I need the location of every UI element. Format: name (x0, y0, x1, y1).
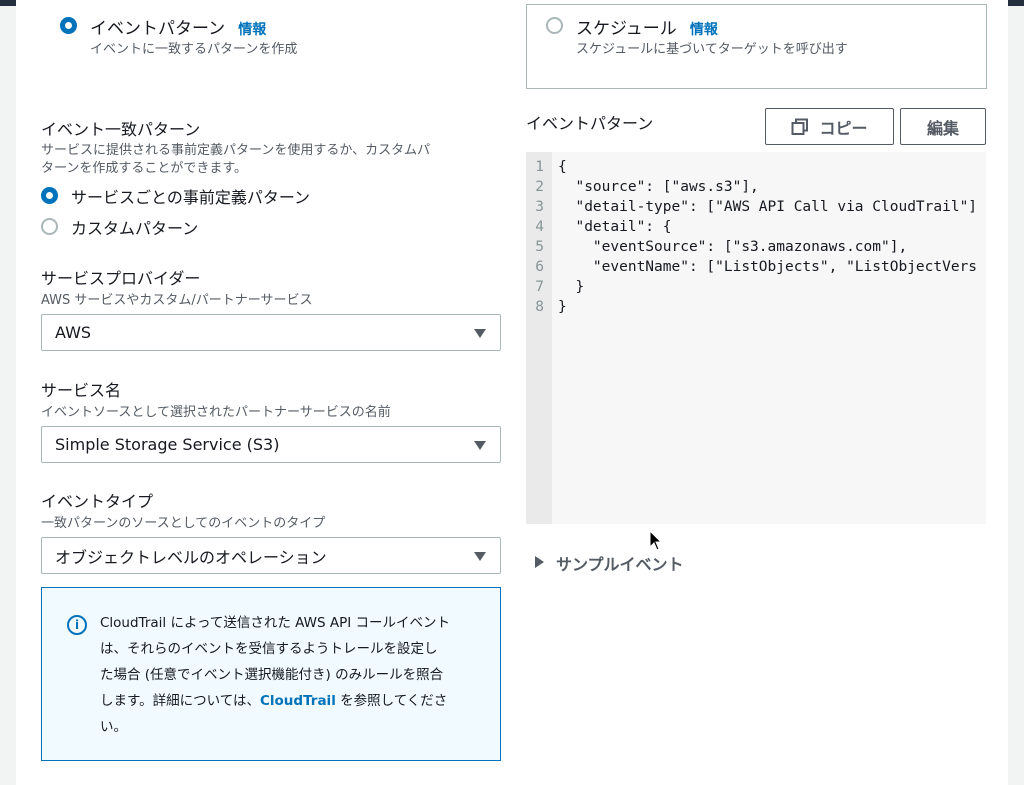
sample-event-toggle[interactable]: サンプルイベント (556, 551, 684, 575)
code-line: 7 } (526, 277, 977, 297)
expand-triangle-icon[interactable] (535, 556, 544, 568)
code-text: { (558, 159, 567, 175)
cloudtrail-info-alert: i CloudTrail によって送信された AWS API コールイベント は… (41, 587, 501, 761)
matching-desc-line2: ターンを作成することができます。 (41, 161, 248, 176)
copy-button[interactable]: コピー (765, 108, 894, 145)
line-number: 5 (535, 239, 544, 255)
event-type-description: 一致パターンのソースとしてのイベントのタイプ (41, 516, 326, 531)
schedule-option[interactable]: スケジュール 情報 (576, 14, 718, 39)
event-type-select[interactable]: オブジェクトレベルのオペレーション (41, 537, 501, 574)
custom-pattern-radio[interactable] (41, 218, 58, 235)
info-alert-text: CloudTrail によって送信された AWS API コールイベント は、そ… (100, 610, 480, 740)
info-alert-line4-pre: します。詳細については、 (100, 693, 260, 709)
schedule-title: スケジュール (576, 19, 677, 39)
code-line: 2 "source": ["aws.s3"], (526, 177, 977, 197)
code-text: "detail": { (558, 219, 672, 235)
info-alert-line5: い。 (100, 719, 127, 735)
event-pattern-option[interactable]: イベントパターン 情報 (90, 14, 266, 39)
schedule-description: スケジュールに基づいてターゲットを呼び出す (576, 42, 848, 57)
event-type-label: イベントタイプ (41, 492, 154, 511)
copy-button-label: コピー (819, 118, 868, 138)
line-number: 7 (535, 279, 544, 295)
code-line: 8} (526, 297, 977, 317)
schedule-radio[interactable] (546, 17, 563, 34)
line-number: 1 (535, 159, 544, 175)
caret-down-icon (474, 552, 486, 561)
event-pattern-title: イベントパターン (90, 19, 226, 39)
code-text: "eventSource": ["s3.amazonaws.com"], (558, 239, 908, 255)
line-number: 3 (535, 199, 544, 215)
pattern-panel-heading: イベントパターン (526, 114, 654, 133)
service-name-select-value: Simple Storage Service (S3) (55, 435, 280, 454)
service-name-description: イベントソースとして選択されたパートナーサービスの名前 (41, 405, 391, 420)
matching-heading: イベント一致パターン (41, 120, 201, 139)
code-lines: 1{2 "source": ["aws.s3"], 3 "detail-type"… (526, 157, 977, 317)
line-number: 6 (535, 259, 544, 275)
event-pattern-description: イベントに一致するパターンを作成 (90, 42, 298, 57)
code-line: 5 "eventSource": ["s3.amazonaws.com"], (526, 237, 977, 257)
provider-select[interactable]: AWS (41, 314, 501, 351)
info-icon: i (67, 615, 87, 635)
info-alert-line1-post: によって送信された AWS API コールイベント (166, 615, 451, 631)
code-line: 4 "detail": { (526, 217, 977, 237)
pattern-code-editor[interactable]: 1{2 "source": ["aws.s3"], 3 "detail-type"… (526, 152, 986, 524)
mouse-cursor-icon (649, 530, 663, 551)
provider-label: サービスプロバイダー (41, 269, 201, 288)
matching-desc-line1: サービスに提供される事前定義パターンを使用するか、カスタムパ (41, 143, 431, 158)
code-line: 1{ (526, 157, 977, 177)
line-number: 8 (535, 299, 544, 315)
code-text: "eventName": ["ListObjects", "ListObject… (558, 259, 978, 275)
provider-description: AWS サービスやカスタム/パートナーサービス (41, 293, 313, 308)
caret-down-icon (474, 441, 486, 450)
info-alert-line1-pre: CloudTrail (100, 615, 167, 631)
custom-pattern-label[interactable]: カスタムパターン (71, 215, 198, 239)
event-type-select-value: オブジェクトレベルのオペレーション (55, 547, 327, 567)
line-number: 4 (535, 219, 544, 235)
code-line: 6 "eventName": ["ListObjects", "ListObje… (526, 257, 977, 277)
code-text: "detail-type": ["AWS API Call via CloudT… (558, 199, 978, 215)
event-pattern-info-link[interactable]: 情報 (238, 22, 266, 38)
service-name-label: サービス名 (41, 381, 122, 400)
code-line: 3 "detail-type": ["AWS API Call via Clou… (526, 197, 977, 217)
code-text: } (558, 279, 585, 295)
schedule-info-link[interactable]: 情報 (690, 22, 718, 38)
cloudtrail-link[interactable]: CloudTrail (260, 693, 336, 709)
code-text: "source": ["aws.s3"], (558, 179, 759, 195)
predefined-pattern-radio[interactable] (41, 187, 58, 204)
edit-button-label: 編集 (926, 118, 959, 138)
predefined-pattern-label[interactable]: サービスごとの事前定義パターン (71, 184, 310, 208)
info-alert-line2: は、それらのイベントを受信するようトレールを設定し (100, 641, 438, 657)
service-name-select[interactable]: Simple Storage Service (S3) (41, 426, 501, 463)
code-text: } (558, 299, 567, 315)
caret-down-icon (474, 329, 486, 338)
provider-select-value: AWS (55, 323, 92, 342)
info-alert-line3: た場合 (任意でイベント選択機能付き) のみルールを照合 (100, 667, 444, 683)
rule-pattern-panel: イベントパターン 情報 イベントに一致するパターンを作成 スケジュール 情報 ス… (16, 0, 1008, 785)
edit-button[interactable]: 編集 (900, 108, 986, 145)
copy-icon (791, 118, 809, 135)
event-pattern-radio[interactable] (60, 17, 77, 34)
line-number: 2 (535, 179, 544, 195)
info-alert-line4-post: を参照してくださ (335, 693, 448, 709)
